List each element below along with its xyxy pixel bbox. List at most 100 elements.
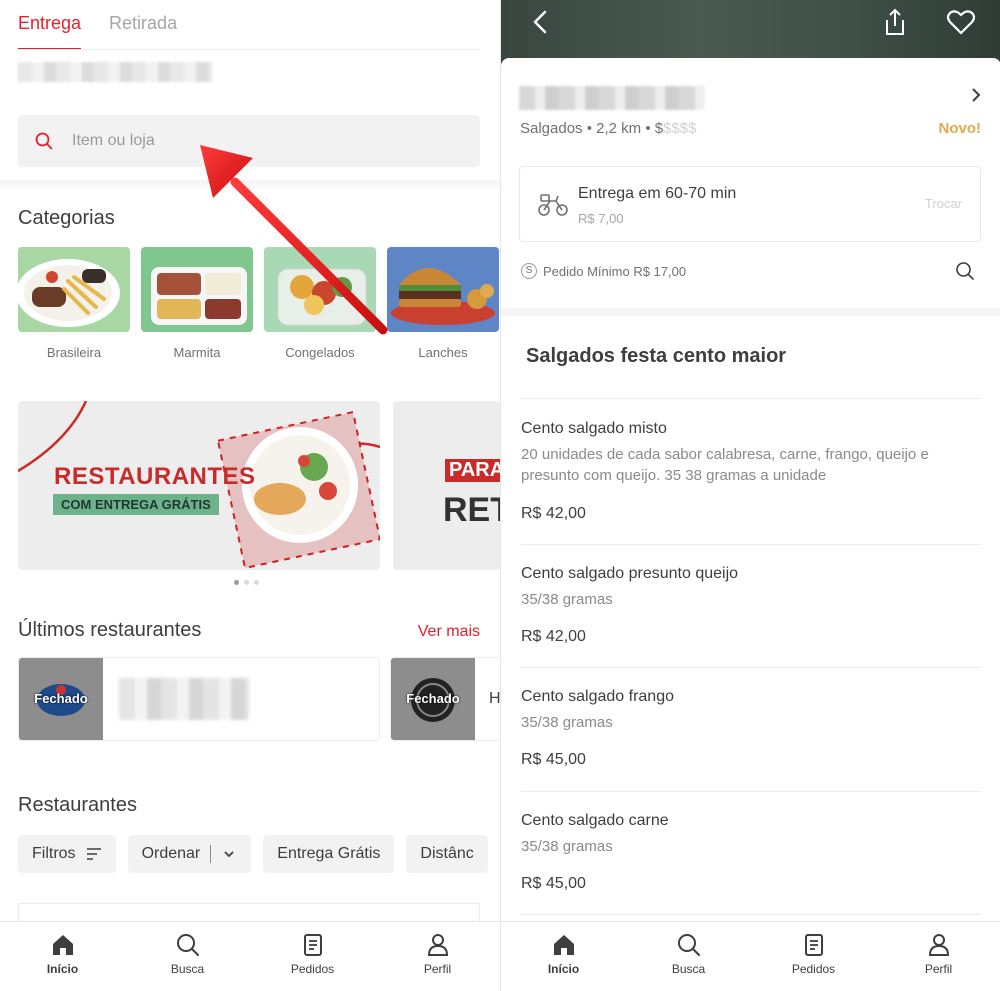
nav-inicio[interactable]: Início (18, 932, 108, 991)
closed-label: Fechado (34, 691, 88, 706)
category-image (387, 247, 499, 332)
menu-item-description: 35/38 gramas (521, 838, 613, 855)
restaurant-logo: Fechado (391, 658, 475, 740)
nav-busca[interactable]: Busca (644, 932, 734, 991)
chip-label: Entrega Grátis (277, 845, 381, 862)
nav-pedidos[interactable]: Pedidos (268, 932, 358, 991)
nav-label: Pedidos (791, 962, 836, 976)
orders-icon (804, 934, 823, 956)
divider (521, 398, 981, 399)
delivery-mode-tabs: Entrega Retirada (18, 0, 177, 50)
promo-banner-pickup[interactable]: PARA RET (393, 401, 500, 570)
ver-mais-link[interactable]: Ver mais (418, 623, 480, 641)
menu-item[interactable]: Cento salgado presunto queijo 35/38 gram… (521, 565, 983, 667)
category-lanches[interactable]: Lanches (387, 247, 499, 360)
menu-item-name: Cento salgado carne (521, 812, 669, 829)
home-screen: Entrega Retirada Item ou loja Categorias… (0, 0, 500, 991)
profile-icon (427, 934, 448, 956)
chevron-right-icon[interactable] (969, 86, 983, 104)
filtros-chip[interactable]: Filtros (18, 835, 116, 873)
coin-icon: S (521, 263, 537, 279)
nav-label: Perfil (924, 962, 953, 976)
menu-item-description: 20 unidades de cada sabor calabresa, car… (521, 446, 929, 484)
menu-item[interactable]: Cento salgado misto 20 unidades de cada … (521, 420, 983, 544)
divider (521, 544, 981, 545)
restaurant-name: H (489, 690, 500, 707)
nav-perfil[interactable]: Perfil (393, 932, 483, 991)
store-name-blurred (519, 86, 705, 110)
divider (521, 791, 981, 792)
recent-restaurant-card[interactable]: Fechado (18, 657, 380, 741)
menu-item-description: 35/38 gramas (521, 714, 613, 731)
nav-inicio[interactable]: Início (519, 932, 609, 991)
carousel-dot[interactable] (234, 580, 239, 585)
menu-item[interactable]: Cento salgado frango 35/38 gramas R$ 45,… (521, 688, 983, 790)
divider (521, 667, 981, 668)
home-icon (52, 935, 73, 955)
chip-label: Filtros (32, 845, 76, 862)
bottom-navigation: Início Busca Pedidos Perfil (501, 921, 1000, 991)
address-blurred[interactable] (18, 62, 212, 82)
chip-divider (210, 845, 212, 863)
category-label: Congelados (285, 345, 355, 360)
promo-banner-free-delivery[interactable]: RESTAURANTES COM ENTREGA GRÁTIS (18, 401, 380, 570)
banner-subtitle: RET (443, 491, 500, 529)
nav-label: Perfil (423, 962, 452, 976)
filter-chips: Filtros Ordenar Entrega Grátis Distânc (18, 835, 488, 873)
store-screen: Salgados • 2,2 km • $$$$$ Novo! Entrega … (500, 0, 1000, 991)
nav-perfil[interactable]: Perfil (894, 932, 984, 991)
menu-item-price: R$ 45,00 (521, 875, 586, 892)
tab-entrega[interactable]: Entrega (18, 0, 82, 50)
category-label: Brasileira (46, 345, 102, 360)
chevron-down-icon (224, 851, 234, 858)
restaurants-title: Restaurantes (18, 794, 137, 816)
chip-label: Distânc (420, 845, 474, 862)
banner-subtitle: COM ENTREGA GRÁTIS (53, 494, 219, 515)
store-meta: Salgados • 2,2 km • $$$$$ (520, 120, 696, 137)
restaurant-logo: Fechado (19, 658, 103, 740)
recent-restaurant-card[interactable]: Fechado H (390, 657, 500, 741)
category-marmita[interactable]: Marmita (141, 247, 253, 360)
menu-item[interactable]: Cento salgado carne 35/38 gramas R$ 45,0… (521, 812, 983, 914)
nav-label: Busca (671, 962, 706, 976)
delivery-fee: R$ 7,00 (578, 211, 624, 226)
carousel-dot[interactable] (254, 580, 259, 585)
category-congelados[interactable]: Congelados (264, 247, 376, 360)
entrega-gratis-chip[interactable]: Entrega Grátis (263, 835, 395, 873)
menu-item-price: R$ 45,00 (521, 751, 586, 768)
menu-section-title: Salgados festa cento maior (526, 345, 787, 367)
menu-item-name: Cento salgado frango (521, 688, 674, 705)
tab-retirada[interactable]: Retirada (109, 0, 177, 50)
category-image (141, 247, 253, 332)
home-icon (553, 935, 574, 955)
search-input[interactable]: Item ou loja (18, 115, 480, 167)
section-separator (0, 180, 500, 192)
filter-icon (86, 848, 101, 860)
nav-pedidos[interactable]: Pedidos (769, 932, 859, 991)
restaurant-name-blurred (119, 678, 249, 720)
profile-icon (928, 934, 949, 956)
trocar-button[interactable]: Trocar (925, 196, 962, 211)
minimum-order-label: Pedido Mínimo R$ 17,00 (543, 263, 687, 279)
divider (521, 914, 981, 915)
menu-item-description: 35/38 gramas (521, 591, 613, 608)
back-icon[interactable] (525, 6, 557, 38)
share-icon[interactable] (879, 6, 911, 38)
search-placeholder: Item ou loja (72, 132, 155, 149)
orders-icon (303, 934, 322, 956)
search-icon (176, 934, 199, 956)
ordenar-chip[interactable]: Ordenar (127, 835, 252, 873)
carousel-dot[interactable] (244, 580, 249, 585)
nav-busca[interactable]: Busca (143, 932, 233, 991)
menu-item-price: R$ 42,00 (521, 628, 586, 645)
price-level-active: $ (654, 120, 664, 137)
distancia-chip[interactable]: Distânc (406, 835, 488, 873)
category-brasileira[interactable]: Brasileira (18, 247, 130, 360)
heart-icon[interactable] (945, 6, 977, 38)
banner-title: RESTAURANTES (54, 463, 256, 490)
categories-list: Brasileira Marmita Congelados Lanches (18, 247, 499, 360)
delivery-option[interactable]: Entrega em 60-70 min R$ 7,00 Trocar (519, 166, 981, 242)
delivery-time: Entrega em 60-70 min (578, 185, 737, 202)
search-icon[interactable] (955, 261, 975, 281)
search-icon (35, 132, 53, 150)
